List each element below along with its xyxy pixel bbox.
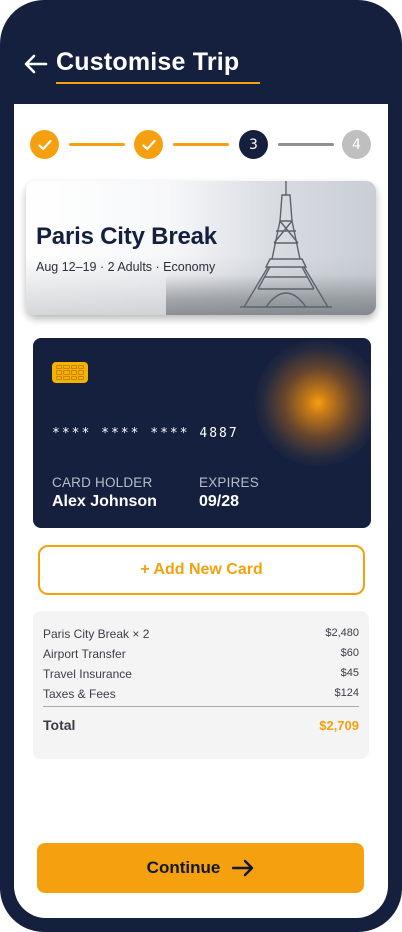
card-number: **** **** **** 4887	[52, 426, 239, 441]
payment-card[interactable]: **** **** **** 4887 CARD HOLDER Alex Joh…	[33, 338, 371, 528]
step-4-upcoming: 4	[342, 130, 371, 159]
add-new-card-button[interactable]: + Add New Card	[38, 545, 365, 595]
trip-title: Paris City Break	[36, 223, 217, 250]
summary-row: Travel Insurance $45	[43, 667, 359, 683]
arrow-right-icon	[232, 859, 254, 877]
total-label: Total	[43, 717, 76, 733]
progress-stepper: 3 4	[14, 104, 388, 184]
summary-row: Paris City Break × 2 $2,480	[43, 627, 359, 643]
summary-item-label: Taxes & Fees	[43, 687, 116, 701]
continue-label: Continue	[146, 858, 221, 877]
trip-details: Aug 12–19 · 2 Adults · Economy	[36, 260, 216, 274]
expires-label: EXPIRES	[199, 475, 259, 490]
chip-icon	[52, 362, 88, 383]
step-1-complete	[30, 130, 59, 159]
step-3-current: 3	[239, 130, 268, 159]
header: Customise Trip	[0, 0, 402, 104]
arrow-left-icon	[24, 54, 48, 74]
eiffel-tower-image	[240, 181, 332, 308]
step-connector-2	[173, 143, 229, 146]
title-underline	[56, 82, 260, 84]
card-glow	[255, 340, 371, 466]
step-connector-3	[278, 143, 334, 146]
main-content: 3 4 Paris City Break Aug 12–19 · 2 Adult…	[14, 104, 388, 918]
order-summary: Paris City Break × 2 $2,480 Airport Tran…	[33, 611, 369, 759]
summary-item-label: Paris City Break × 2	[43, 627, 150, 641]
continue-button[interactable]: Continue	[37, 843, 364, 893]
summary-row: Taxes & Fees $124	[43, 687, 359, 703]
expires-value: 09/28	[199, 493, 240, 510]
summary-item-value: $124	[334, 687, 359, 699]
phone-frame: Customise Trip 3 4 Paris City Break Aug …	[0, 0, 402, 932]
summary-row: Airport Transfer $60	[43, 647, 359, 663]
summary-divider	[43, 706, 359, 707]
check-icon	[141, 139, 156, 150]
check-icon	[37, 139, 52, 150]
page-title: Customise Trip	[56, 48, 240, 76]
step-2-complete	[134, 130, 163, 159]
summary-item-value: $2,480	[325, 627, 359, 639]
summary-item-value: $45	[340, 667, 359, 679]
summary-item-value: $60	[340, 647, 359, 659]
total-row: Total $2,709	[43, 717, 359, 737]
summary-item-label: Travel Insurance	[43, 667, 132, 681]
back-button[interactable]	[22, 50, 50, 78]
trip-banner: Paris City Break Aug 12–19 · 2 Adults · …	[26, 181, 376, 315]
step-connector-1	[69, 143, 125, 146]
card-holder-name: Alex Johnson	[52, 493, 157, 510]
total-value: $2,709	[319, 718, 359, 733]
summary-item-label: Airport Transfer	[43, 647, 126, 661]
card-holder-label: CARD HOLDER	[52, 475, 153, 490]
